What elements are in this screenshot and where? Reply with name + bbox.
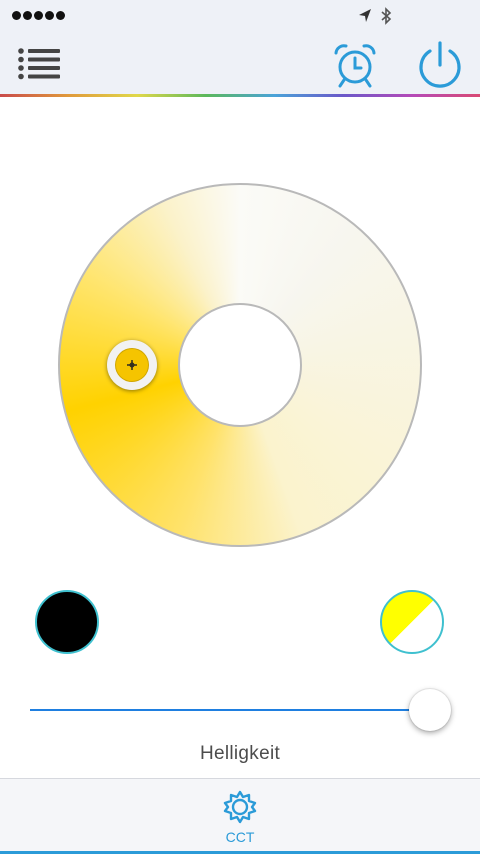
- status-bar: [0, 0, 480, 34]
- bluetooth-icon: [381, 7, 392, 25]
- status-icons: [358, 6, 392, 26]
- rainbow-divider: [0, 94, 480, 97]
- tab-cct-label: CCT: [225, 829, 255, 845]
- signal-strength-icon: [12, 11, 65, 20]
- tab-cct[interactable]: CCT: [200, 779, 280, 851]
- brightness-label: Helligkeit: [199, 743, 281, 764]
- alarm-clock-icon[interactable]: [331, 41, 379, 89]
- nav-bar: [0, 34, 480, 94]
- color-temperature-wheel[interactable]: [58, 183, 422, 547]
- brightness-slider-track[interactable]: [30, 709, 440, 711]
- white-balance-swatch[interactable]: [380, 590, 444, 654]
- location-arrow-icon: [359, 9, 371, 22]
- sun-gear-icon: [223, 790, 257, 824]
- color-picker-knob[interactable]: [107, 340, 157, 390]
- list-icon[interactable]: [16, 47, 62, 81]
- power-icon[interactable]: [414, 39, 466, 91]
- off-color-swatch[interactable]: [35, 590, 99, 654]
- crosshair-icon: [127, 360, 137, 370]
- tab-bar: CCT: [0, 778, 480, 854]
- wheel-center: [178, 303, 302, 427]
- brightness-slider-thumb[interactable]: [409, 689, 451, 731]
